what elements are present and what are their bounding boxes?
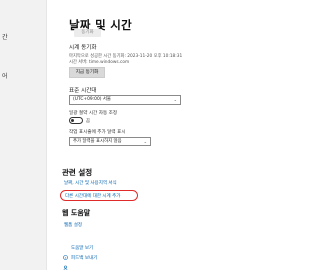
sidebar-item-time[interactable]: 간	[2, 32, 8, 41]
dst-toggle[interactable]	[69, 117, 83, 124]
web-help-link[interactable]: 웹폼 설정	[64, 222, 82, 228]
chevron-down-icon: ⌄	[173, 97, 177, 102]
sidebar-item-language[interactable]: 어	[2, 71, 8, 80]
sync-heading: 시계 동기화	[69, 45, 97, 51]
calendar-select[interactable]: 추가 달력을 표시하지 않음 ⌄	[69, 137, 151, 146]
feedback-link[interactable]: 피드백 보내기	[71, 255, 97, 261]
help-icon: ?	[63, 245, 68, 260]
main-content: 날짜 및 시간 동기화 시계 동기화 마지막으로 성공한 시간 동기화: 202…	[47, 0, 270, 270]
get-help-link[interactable]: 도움말 보기	[71, 245, 93, 251]
sidebar: 간 어	[0, 0, 47, 270]
chevron-down-icon: ⌄	[143, 139, 147, 144]
add-clock-link[interactable]: 다른 시간대에 대한 시계 추가	[65, 193, 120, 199]
dst-state: 끔	[86, 118, 90, 124]
sync-now-button[interactable]: 지금 동기화	[69, 67, 105, 78]
time-server-text: 시간 서버: time.windows.com	[69, 60, 130, 65]
calendar-heading: 작업 표시줄에 추가 달력 표시	[69, 130, 126, 135]
timezone-select[interactable]: (UTC+09:00) 서울 ⌄	[69, 95, 181, 105]
timezone-heading: 표준 시간대	[69, 88, 97, 94]
region-format-link[interactable]: 날짜, 시간 및 사용지역 서식	[64, 180, 117, 186]
dst-label: 일광 절약 시간 자동 조정	[69, 111, 118, 116]
web-help-heading: 웹 도움말	[62, 209, 91, 217]
related-settings-heading: 관련 설정	[62, 168, 93, 177]
top-pill-button[interactable]: 동기화	[74, 29, 101, 37]
calendar-select-value: 추가 달력을 표시하지 않음	[73, 139, 122, 144]
feedback-icon	[63, 255, 68, 270]
timezone-select-value: (UTC+09:00) 서울	[73, 97, 111, 102]
toggle-knob	[71, 119, 75, 123]
